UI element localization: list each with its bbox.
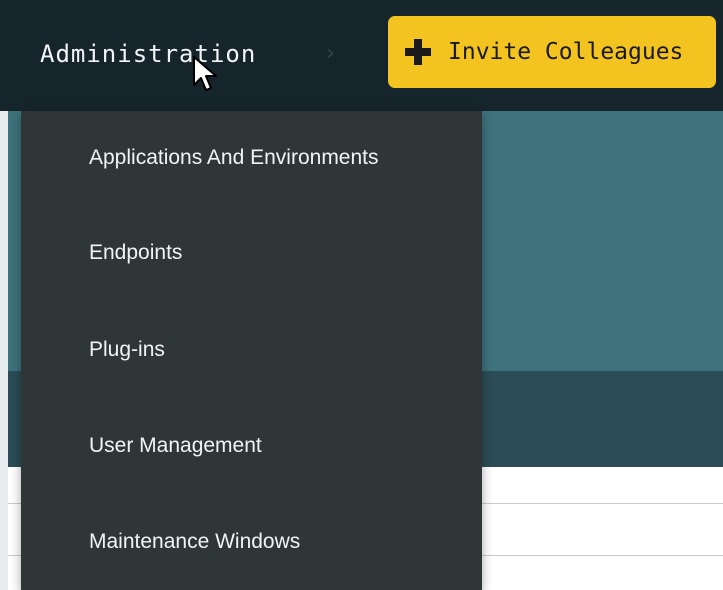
nav-administration-menu[interactable]: Administration [40, 34, 256, 74]
menu-item-user-management[interactable]: User Management [21, 422, 482, 470]
top-navigation-bar: Administration › Invite Colleagues [0, 0, 723, 111]
app-screen: Administration › Invite Colleagues Appli… [0, 0, 723, 590]
mouse-pointer-icon [193, 56, 217, 91]
administration-dropdown-menu: Applications And Environments Endpoints … [21, 111, 482, 590]
menu-item-endpoints[interactable]: Endpoints [21, 229, 482, 277]
invite-colleagues-button[interactable]: Invite Colleagues [388, 16, 716, 88]
plus-icon [405, 39, 431, 65]
menu-item-plug-ins[interactable]: Plug-ins [21, 326, 482, 374]
chevron-right-icon: › [326, 41, 335, 66]
invite-colleagues-label: Invite Colleagues [448, 39, 684, 65]
menu-item-maintenance-windows[interactable]: Maintenance Windows [21, 518, 482, 566]
menu-item-applications-and-environments[interactable]: Applications And Environments [21, 134, 482, 182]
